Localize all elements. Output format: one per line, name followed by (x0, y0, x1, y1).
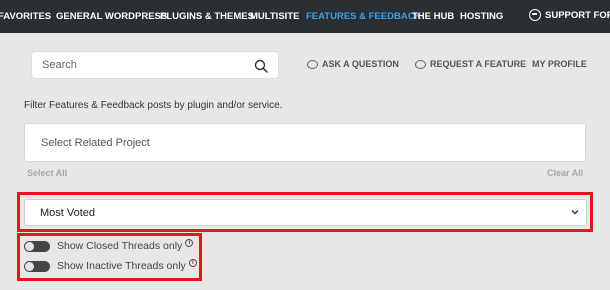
nav-item-features-feedback[interactable]: FEATURES & FEEDBACK (306, 11, 421, 22)
nav-item-plugins-themes[interactable]: PLUGINS & THEMES (160, 11, 254, 22)
clear-all-link[interactable]: Clear All (547, 168, 583, 178)
nav-item-the-hub[interactable]: THE HUB (412, 11, 454, 22)
closed-threads-label: Show Closed Threads only (57, 240, 183, 252)
chat-bubble-icon (307, 59, 318, 69)
my-profile-link[interactable]: MY PROFILE (532, 59, 587, 69)
related-project-placeholder: Select Related Project (41, 136, 150, 149)
sort-order-value: Most Voted (40, 206, 96, 219)
inactive-threads-toggle-row: Show Inactive Threads only i (24, 259, 197, 272)
search-field[interactable] (31, 51, 279, 79)
search-input[interactable] (42, 59, 242, 71)
support-forum-label: SUPPORT FORU (545, 9, 610, 21)
info-icon[interactable]: i (188, 259, 197, 267)
chat-bubble-icon (529, 9, 541, 21)
chevron-down-icon (571, 210, 579, 215)
request-feature-link[interactable]: REQUEST A FEATURE (415, 59, 526, 69)
ask-question-link[interactable]: ASK A QUESTION (307, 59, 399, 69)
nav-item-general-wordpress[interactable]: GENERAL WORDPRESS (56, 11, 167, 22)
nav-item-hosting[interactable]: HOSTING (460, 11, 503, 22)
closed-threads-toggle[interactable] (24, 240, 50, 252)
closed-threads-toggle-row: Show Closed Threads only i (24, 239, 194, 252)
top-navigation-bar: FAVORITES GENERAL WORDPRESS PLUGINS & TH… (0, 0, 610, 33)
ask-question-label: ASK A QUESTION (322, 59, 399, 69)
filter-description: Filter Features & Feedback posts by plug… (24, 100, 283, 111)
search-icon[interactable] (254, 59, 268, 73)
inactive-threads-label: Show Inactive Threads only (57, 260, 186, 272)
nav-item-favorites[interactable]: FAVORITES (0, 11, 51, 22)
inactive-threads-toggle[interactable] (24, 260, 50, 272)
request-feature-label: REQUEST A FEATURE (430, 59, 527, 69)
nav-item-multisite[interactable]: MULTISITE (250, 11, 299, 22)
support-forum-link[interactable]: SUPPORT FORU (529, 9, 610, 21)
select-all-link[interactable]: Select All (27, 168, 67, 178)
sort-order-select[interactable]: Most Voted (24, 199, 587, 226)
related-project-select[interactable]: Select Related Project (24, 123, 586, 162)
chat-bubble-icon (415, 59, 426, 69)
info-icon[interactable]: i (185, 239, 194, 247)
